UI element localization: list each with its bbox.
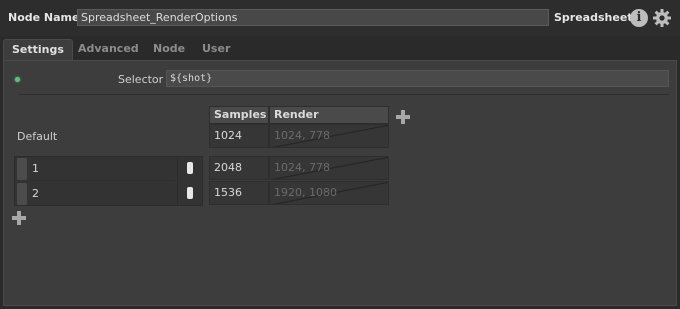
row-list: 1 2 <box>14 156 203 206</box>
tab-advanced[interactable]: Advanced <box>70 39 147 60</box>
node-header: Node Name Spreadsheet_RenderOptions Spre… <box>0 0 680 36</box>
selector-field[interactable]: ${shot} <box>166 70 669 87</box>
default-render-resolution-value: 1024, 778 <box>274 129 330 142</box>
tab-node[interactable]: Node <box>145 39 193 60</box>
row-name[interactable]: 1 <box>30 157 175 181</box>
divider <box>18 94 669 95</box>
list-item[interactable]: 1 <box>15 157 202 181</box>
row1-samples-cell[interactable]: 2048 <box>209 156 269 180</box>
node-name-label: Node Name <box>8 11 80 24</box>
add-column-icon[interactable] <box>396 110 410 124</box>
row1-render-resolution-value: 1024, 778 <box>274 161 330 174</box>
row1-render-resolution-cell[interactable]: 1024, 778 <box>269 156 389 180</box>
info-icon[interactable]: i <box>630 9 648 27</box>
toggle-icon[interactable] <box>187 187 193 199</box>
settings-panel: Selector ${shot} Samples Render Resoluti… <box>3 60 677 306</box>
gear-icon[interactable] <box>652 8 672 28</box>
drag-handle-icon[interactable] <box>17 158 27 180</box>
column-header-render-resolution[interactable]: Render Resolution <box>269 106 389 137</box>
status-led-icon <box>15 77 20 82</box>
node-name-field[interactable]: Spreadsheet_RenderOptions <box>77 9 549 26</box>
row2-render-resolution-value: 1920, 1080 <box>274 186 337 199</box>
default-render-resolution-cell[interactable]: 1024, 778 <box>269 124 389 148</box>
toggle-icon[interactable] <box>187 162 193 174</box>
list-item[interactable]: 2 <box>15 182 202 206</box>
row-toggle[interactable] <box>177 182 202 206</box>
default-row-label: Default <box>17 130 58 143</box>
row-name[interactable]: 2 <box>30 182 175 206</box>
node-type-label: Spreadsheet <box>554 11 633 24</box>
row-toggle[interactable] <box>177 157 202 181</box>
tab-bar: Settings Advanced Node User <box>0 36 680 60</box>
tab-user[interactable]: User <box>194 39 238 60</box>
tab-settings[interactable]: Settings <box>3 39 73 60</box>
add-row-icon[interactable] <box>12 211 26 225</box>
drag-handle-icon[interactable] <box>17 183 27 205</box>
default-samples-cell[interactable]: 1024 <box>209 124 269 148</box>
selector-label: Selector <box>118 73 164 86</box>
row2-render-resolution-cell[interactable]: 1920, 1080 <box>269 181 389 205</box>
column-header-samples[interactable]: Samples <box>209 106 269 124</box>
row2-samples-cell[interactable]: 1536 <box>209 181 269 205</box>
